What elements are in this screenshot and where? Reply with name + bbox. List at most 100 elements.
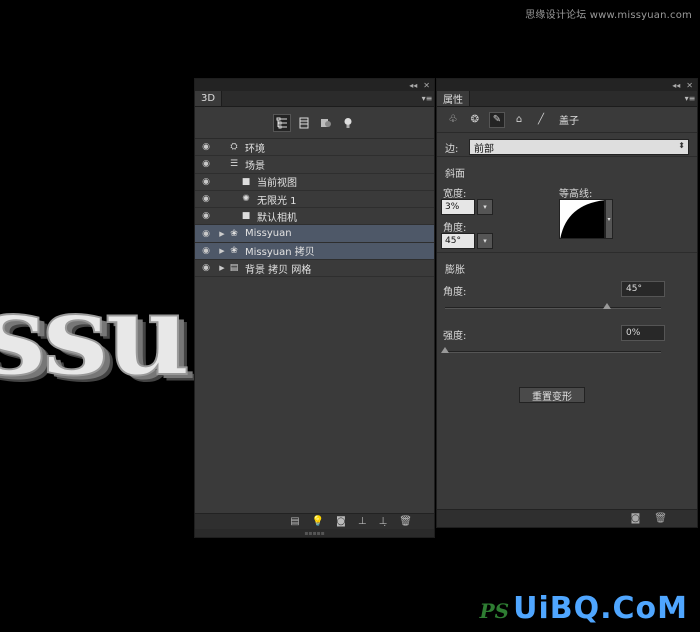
coordinates-mode-icon[interactable]: ⌂ <box>511 112 527 128</box>
filter-lights-icon[interactable] <box>339 114 357 132</box>
bevel-title: 斜面 <box>445 169 465 180</box>
tree-row-label: 背景 拷贝 网格 <box>245 264 312 276</box>
tree-row-label: Missyuan 拷贝 <box>245 247 315 259</box>
inflate-strength-label: 强度: <box>443 331 467 342</box>
inflate-angle-input[interactable]: 45° <box>621 281 665 297</box>
visibility-eye-icon[interactable]: ◉ <box>195 159 217 169</box>
watermark-site: UiBQ.CoM <box>513 591 688 626</box>
drop-to-ground-icon[interactable]: ⊥̣ <box>379 516 388 527</box>
chevron-down-icon[interactable]: ▾ <box>605 199 613 239</box>
contour-preview[interactable] <box>559 199 605 239</box>
canvas-3d-text: ssu <box>0 268 192 401</box>
tree-row-label: 当前视图 <box>257 178 297 190</box>
tree-row-label: 场景 <box>245 160 265 172</box>
watermark-logo: PS UiBQ.CoM <box>480 591 688 626</box>
panel-3d-resize-grip[interactable]: ▪▪▪▪▪ <box>195 529 434 537</box>
tree-row[interactable]: ◉ ▶ ❀ Missyuan <box>195 225 434 243</box>
tree-row-label: 环境 <box>245 143 265 155</box>
updown-icon: ⬍ <box>678 141 685 150</box>
visibility-eye-icon[interactable]: ◉ <box>195 142 217 152</box>
delete-icon[interactable]: 🗑 <box>399 516 412 527</box>
ground-plane-icon[interactable]: ⊥ <box>358 516 367 527</box>
chevron-down-icon[interactable]: ▾ <box>477 199 493 215</box>
inflate-strength-slider[interactable] <box>441 347 661 353</box>
expand-arrow-icon[interactable]: ▶ <box>217 264 227 272</box>
inflate-strength-input[interactable]: 0% <box>621 325 665 341</box>
environment-icon: ⛭ <box>230 142 238 153</box>
contour-label: 等高线: <box>559 189 593 200</box>
scene-tree: ◉ ⛭ 环境 ◉ ☰ 场景 ◉ ■ 当前视图 ◉ ✺ 无限光 1 ◉ ■ 默认相机 ◉ ▶ ❀ Missyuan ◉ ▶… <box>195 139 434 278</box>
panel-props-footer: ◙ 🗑 <box>437 509 697 527</box>
bevel-angle-input[interactable]: 45° <box>441 233 475 249</box>
inflate-angle-slider[interactable] <box>445 303 661 309</box>
visibility-eye-icon[interactable]: ◉ <box>195 229 217 239</box>
expand-arrow-icon[interactable]: ▶ <box>217 230 227 238</box>
reset-deformation-button[interactable]: 重置变形 <box>519 387 585 403</box>
visibility-eye-icon[interactable]: ◉ <box>195 263 217 273</box>
panel-3d-filter-toolbar <box>195 107 434 139</box>
watermark-ps: PS <box>479 599 510 623</box>
tree-row[interactable]: ◉ ▶ ▤ 背景 拷贝 网格 <box>195 260 434 278</box>
bevel-section: 斜面 宽度: 3% ▾ 角度: 45° ▾ 等高线: ▾ <box>437 157 697 253</box>
panel-props-tabbar: 属性 ▾≡ <box>437 91 697 107</box>
slider-thumb[interactable] <box>441 347 449 353</box>
camera-icon: ■ <box>241 211 251 222</box>
cap-mode-icon[interactable]: ✎ <box>489 111 505 128</box>
slider-thumb[interactable] <box>603 303 611 309</box>
bevel-width-label: 宽度: <box>443 189 467 200</box>
panel-props-topbar: ◂◂ ✕ <box>437 79 697 91</box>
properties-mode-toolbar: ♧ ❂ ✎ ⌂ ╱ 盖子 <box>437 107 697 133</box>
mesh-icon: ❀ <box>230 245 238 256</box>
panel-properties: ◂◂ ✕ 属性 ▾≡ ♧ ❂ ✎ ⌂ ╱ 盖子 边: 前部 ⬍ 斜面 宽度: 3… <box>436 78 698 528</box>
tree-row[interactable]: ◉ ■ 默认相机 <box>195 208 434 226</box>
edge-select[interactable]: 前部 ⬍ <box>469 139 689 155</box>
render-icon[interactable]: ◙ <box>631 513 641 524</box>
light-icon: ✺ <box>242 194 250 205</box>
tab-properties[interactable]: 属性 <box>437 91 470 106</box>
bevel-width-input[interactable]: 3% <box>441 199 475 215</box>
panel-3d-footer: ▤ 💡 ◙ ⊥ ⊥̣ 🗑 <box>195 513 434 529</box>
add-light-icon[interactable]: 💡 <box>312 516 324 527</box>
inflate-title: 膨胀 <box>445 265 465 276</box>
panel-menu-icon[interactable]: ▾≡ <box>420 91 434 106</box>
panel-3d-topbar: ◂◂ ✕ <box>195 79 434 91</box>
contour-curve-icon <box>560 200 604 238</box>
filter-materials-icon[interactable] <box>317 114 335 132</box>
tab-3d[interactable]: 3D <box>195 91 223 106</box>
tree-row[interactable]: ◉ ■ 当前视图 <box>195 173 434 191</box>
panel-menu-icon[interactable]: ▾≡ <box>683 91 697 106</box>
tree-row[interactable]: ◉ ✺ 无限光 1 <box>195 190 434 209</box>
inflate-angle-label: 角度: <box>443 287 467 298</box>
collapse-icon[interactable]: ◂◂ <box>672 81 680 90</box>
scene-icon: ☰ <box>229 159 239 170</box>
camera-icon: ■ <box>241 176 251 187</box>
visibility-eye-icon[interactable]: ◉ <box>195 194 217 204</box>
cap-label: 盖子 <box>559 116 579 127</box>
filter-whole-scene-icon[interactable] <box>272 113 291 132</box>
tree-row-label: 默认相机 <box>257 212 297 224</box>
brush-icon[interactable]: ╱ <box>533 112 549 128</box>
mesh-mode-icon[interactable]: ♧ <box>445 112 461 128</box>
collapse-icon[interactable]: ◂◂ <box>409 81 417 90</box>
visibility-eye-icon[interactable]: ◉ <box>195 246 217 256</box>
close-icon[interactable]: ✕ <box>423 81 430 90</box>
visibility-eye-icon[interactable]: ◉ <box>195 177 217 187</box>
tree-row[interactable]: ◉ ☰ 场景 <box>195 156 434 174</box>
edge-section: 边: 前部 ⬍ <box>437 133 697 157</box>
watermark-top: 思缘设计论坛 www.missyuan.com <box>525 10 692 21</box>
chevron-down-icon[interactable]: ▾ <box>477 233 493 249</box>
close-icon[interactable]: ✕ <box>686 81 693 90</box>
render-icon[interactable]: ▤ <box>290 516 299 527</box>
constraint-icon[interactable]: ◙ <box>336 516 346 527</box>
tree-row[interactable]: ◉ ⛭ 环境 <box>195 139 434 157</box>
expand-arrow-icon[interactable]: ▶ <box>217 247 227 255</box>
panel-3d-tabbar: 3D ▾≡ <box>195 91 434 107</box>
visibility-eye-icon[interactable]: ◉ <box>195 211 217 221</box>
tree-row[interactable]: ◉ ▶ ❀ Missyuan 拷贝 <box>195 242 434 261</box>
delete-icon[interactable]: 🗑 <box>654 513 667 524</box>
tree-row-label: Missyuan <box>245 228 292 240</box>
deform-mode-icon[interactable]: ❂ <box>467 112 483 128</box>
edge-label: 边: <box>445 143 459 155</box>
filter-meshes-icon[interactable] <box>295 114 313 132</box>
panel-3d: ◂◂ ✕ 3D ▾≡ ◉ ⛭ 环境 ◉ ☰ 场景 ◉ ■ 当前视图 ◉ ✺ 无限光 1 ◉ ■ 默认相机 ◉ ▶… <box>194 78 435 538</box>
